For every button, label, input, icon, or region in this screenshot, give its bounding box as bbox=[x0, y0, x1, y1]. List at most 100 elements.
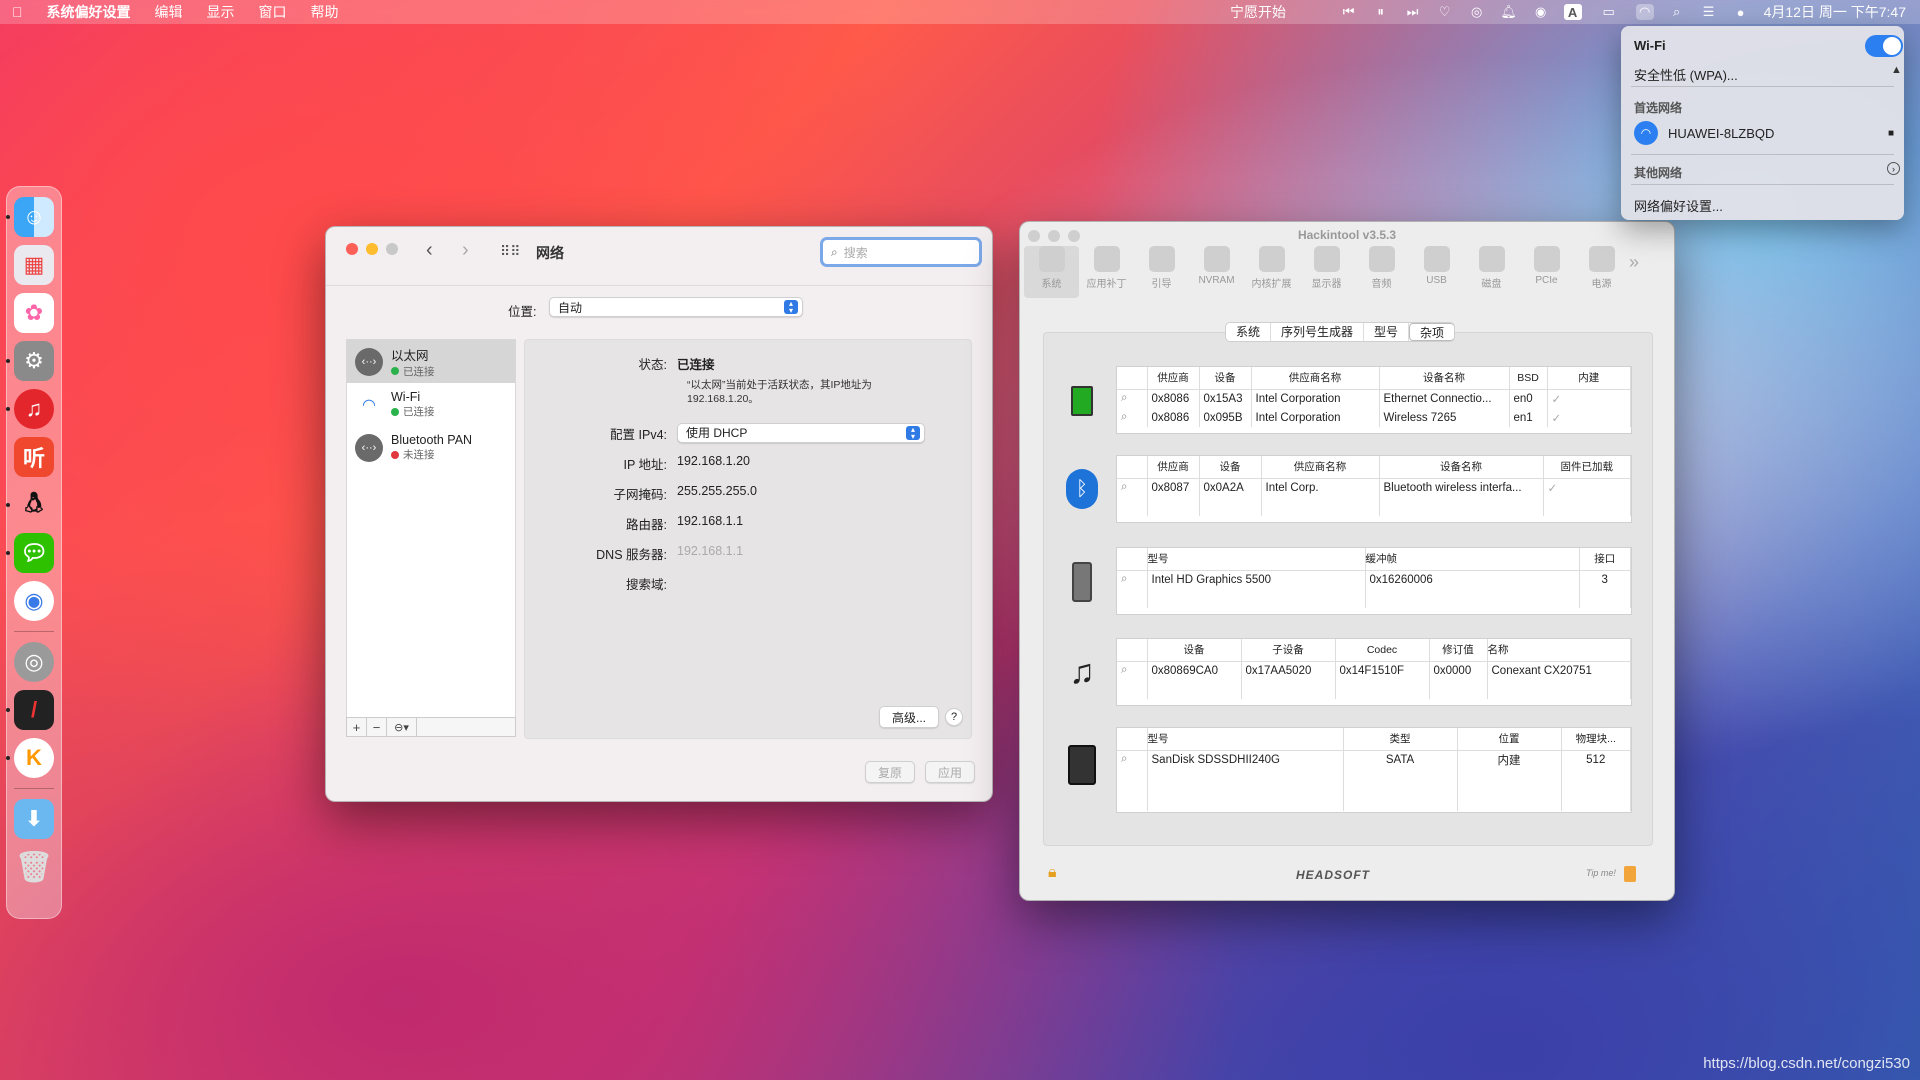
disk-utility-icon[interactable]: ◎ bbox=[14, 642, 54, 682]
help-button[interactable]: ? bbox=[945, 708, 963, 726]
hackintool-icon[interactable]: / bbox=[6, 690, 54, 730]
apple-menu-icon[interactable]:  bbox=[0, 4, 35, 20]
tool-pcie[interactable]: PCIe bbox=[1519, 246, 1574, 298]
cell: 内建 bbox=[1457, 750, 1562, 769]
add-service-button[interactable]: + bbox=[347, 718, 367, 736]
headsoft-logo[interactable]: HEADSOFT bbox=[1296, 868, 1370, 882]
grid-icon[interactable]: ⠿⠿ bbox=[500, 243, 521, 260]
cell: 0x14F1510F bbox=[1335, 661, 1430, 680]
back-chevron-icon[interactable]: ‹ bbox=[426, 239, 433, 262]
battery-icon[interactable]: ▭ bbox=[1596, 4, 1622, 20]
other-networks-item[interactable]: 其他网络 bbox=[1634, 164, 1682, 181]
photos-icon[interactable]: ✿ bbox=[14, 293, 54, 333]
tool-disk[interactable]: 磁盘 bbox=[1464, 246, 1519, 298]
preferred-network-item[interactable]: ◠ HUAWEI-8LZBQD ■ bbox=[1634, 120, 1894, 146]
tool-audio[interactable]: 音频 bbox=[1354, 246, 1409, 298]
netease-music-icon[interactable]: ♫ bbox=[6, 389, 54, 429]
launchpad-icon[interactable]: ▦ bbox=[14, 245, 54, 285]
forward-chevron-icon[interactable]: › bbox=[462, 239, 469, 262]
chrome-icon[interactable]: ◉ bbox=[14, 581, 54, 621]
firmware-checkbox[interactable]: ✓ bbox=[1543, 478, 1631, 497]
qq-icon[interactable]: 🐧︎ bbox=[6, 485, 54, 525]
ipv4-row: 配置 IPv4: 使用 DHCP ▴ ▾ bbox=[525, 422, 925, 443]
more-chevron-icon[interactable]: » bbox=[1629, 246, 1639, 298]
builtin-checkbox[interactable]: ✓ bbox=[1547, 408, 1631, 427]
table-row[interactable]: ⌕ 0x8086 0x095B Intel Corporation Wireless 7… bbox=[1117, 408, 1631, 427]
menu-help[interactable]: 帮助 bbox=[299, 2, 351, 22]
tab-serial-generator[interactable]: 序列号生成器 bbox=[1271, 323, 1365, 341]
heart-icon[interactable]: ♡ bbox=[1436, 4, 1454, 20]
remove-service-button[interactable]: − bbox=[367, 718, 387, 736]
table-row[interactable]: ⌕ 0x80869CA0 0x17AA5020 0x14F1510F 0x0000 Con… bbox=[1117, 661, 1631, 680]
previous-track-icon[interactable]: ⏮ bbox=[1340, 4, 1358, 20]
action-menu-button[interactable]: ⊖▾ bbox=[387, 718, 417, 736]
table-row[interactable]: ⌕ 0x8086 0x15A3 Intel Corporation Ethernet C… bbox=[1117, 389, 1631, 408]
location-popup[interactable]: 自动 ▴ ▾ bbox=[549, 297, 803, 317]
menubar-clock[interactable]: 4月12日 周一 下午7:47 bbox=[1764, 2, 1906, 22]
next-track-icon[interactable]: ⏭ bbox=[1404, 4, 1422, 20]
control-center-icon[interactable]: ☰ bbox=[1700, 4, 1718, 20]
tool-usb[interactable]: USB bbox=[1409, 246, 1464, 298]
table-row[interactable]: ⌕ SanDisk SDSSDHII240G SATA 内建 512 bbox=[1117, 750, 1631, 769]
tool-kext[interactable]: 内核扩展 bbox=[1244, 246, 1299, 298]
wifi-security[interactable]: 安全性低 (WPA)... bbox=[1634, 65, 1738, 84]
pcie-icon bbox=[1533, 246, 1560, 272]
tool-system[interactable]: 系统 bbox=[1024, 246, 1079, 298]
lock-icon[interactable]: 🔒︎ bbox=[1048, 864, 1057, 882]
menubar-song-title[interactable]: 宁愿开始 bbox=[1230, 0, 1286, 24]
input-method-icon[interactable]: A bbox=[1563, 4, 1582, 20]
wifi-toggle[interactable] bbox=[1865, 35, 1903, 57]
col-header: 设备 bbox=[1199, 456, 1262, 479]
system-preferences-icon[interactable]: ⚙ bbox=[6, 341, 54, 381]
siri-icon[interactable]: ● bbox=[1732, 4, 1750, 20]
revert-button[interactable]: 复原 bbox=[865, 761, 915, 783]
pause-icon[interactable]: ⏸ bbox=[1372, 4, 1390, 20]
trash-icon[interactable]: 🗑︎ bbox=[14, 847, 54, 887]
netease-icon[interactable]: ◎ bbox=[1468, 4, 1486, 20]
magnifier-icon[interactable]: ⌕ bbox=[1117, 389, 1148, 408]
notification-bell-icon[interactable]: 🔔︎ bbox=[1500, 4, 1518, 20]
network-preferences-item[interactable]: 网络偏好设置... bbox=[1634, 196, 1723, 215]
wechat-icon[interactable]: 💬︎ bbox=[6, 533, 54, 573]
table-row[interactable]: ⌕ Intel HD Graphics 5500 0x16260006 3 bbox=[1117, 570, 1631, 589]
menu-edit[interactable]: 编辑 bbox=[143, 2, 195, 22]
magnifier-icon[interactable]: ⌕ bbox=[1117, 408, 1148, 427]
record-icon[interactable]: ◉ bbox=[1532, 4, 1550, 20]
builtin-checkbox[interactable]: ✓ bbox=[1547, 389, 1631, 408]
tool-patch[interactable]: 应用补丁 bbox=[1079, 246, 1134, 298]
apply-button[interactable]: 应用 bbox=[925, 761, 975, 783]
tool-nvram[interactable]: NVRAM bbox=[1189, 246, 1244, 298]
downloads-folder-icon[interactable]: ⬇ bbox=[14, 799, 54, 839]
menu-view[interactable]: 显示 bbox=[195, 2, 247, 22]
spotlight-search-icon[interactable]: ⌕ bbox=[1668, 4, 1686, 20]
magnifier-icon[interactable]: ⌕ bbox=[1117, 661, 1148, 680]
service-item-bluetooth-pan[interactable]: ‹··› Bluetooth PAN 未连接 bbox=[347, 426, 515, 469]
cell: 0x15A3 bbox=[1199, 389, 1252, 408]
magnifier-icon[interactable]: ⌕ bbox=[1117, 570, 1148, 589]
finder-icon[interactable]: ☺ bbox=[6, 197, 54, 237]
magnifier-icon[interactable]: ⌕ bbox=[1117, 750, 1148, 769]
magnifier-icon[interactable]: ⌕ bbox=[1117, 478, 1148, 497]
tool-boot[interactable]: 引导 bbox=[1134, 246, 1189, 298]
tool-display[interactable]: 显示器 bbox=[1299, 246, 1354, 298]
table-row[interactable]: ⌕ 0x8087 0x0A2A Intel Corp. Bluetooth wirele… bbox=[1117, 478, 1631, 497]
status-label: 状态: bbox=[638, 358, 667, 372]
tip-me-label[interactable]: Tip me! bbox=[1586, 868, 1616, 878]
tab-model[interactable]: 型号 bbox=[1364, 323, 1410, 341]
advanced-button[interactable]: 高级... bbox=[879, 706, 939, 728]
ipv4-popup[interactable]: 使用 DHCP ▴ ▾ bbox=[677, 422, 925, 443]
service-item-wifi[interactable]: ◠ Wi-Fi 已连接 bbox=[347, 383, 515, 426]
search-icon: ⌕ bbox=[831, 244, 838, 259]
menu-window[interactable]: 窗口 bbox=[247, 2, 299, 22]
tab-system[interactable]: 系统 bbox=[1226, 323, 1272, 341]
search-input[interactable]: ⌕ 搜索 bbox=[820, 237, 982, 267]
tip-jar-icon[interactable] bbox=[1624, 866, 1636, 882]
listen-app-icon[interactable]: 听 bbox=[14, 437, 54, 477]
wifi-icon[interactable]: ◠ bbox=[1635, 4, 1654, 20]
tool-power[interactable]: 电源 bbox=[1574, 246, 1629, 298]
tab-misc[interactable]: 杂项 bbox=[1409, 323, 1455, 341]
chevron-right-icon[interactable]: › bbox=[1887, 162, 1900, 175]
menu-app-name[interactable]: 系统偏好设置 bbox=[35, 2, 143, 22]
service-item-ethernet[interactable]: ‹··› 以太网 已连接 bbox=[347, 340, 515, 383]
kodi-icon[interactable]: K bbox=[6, 738, 54, 778]
